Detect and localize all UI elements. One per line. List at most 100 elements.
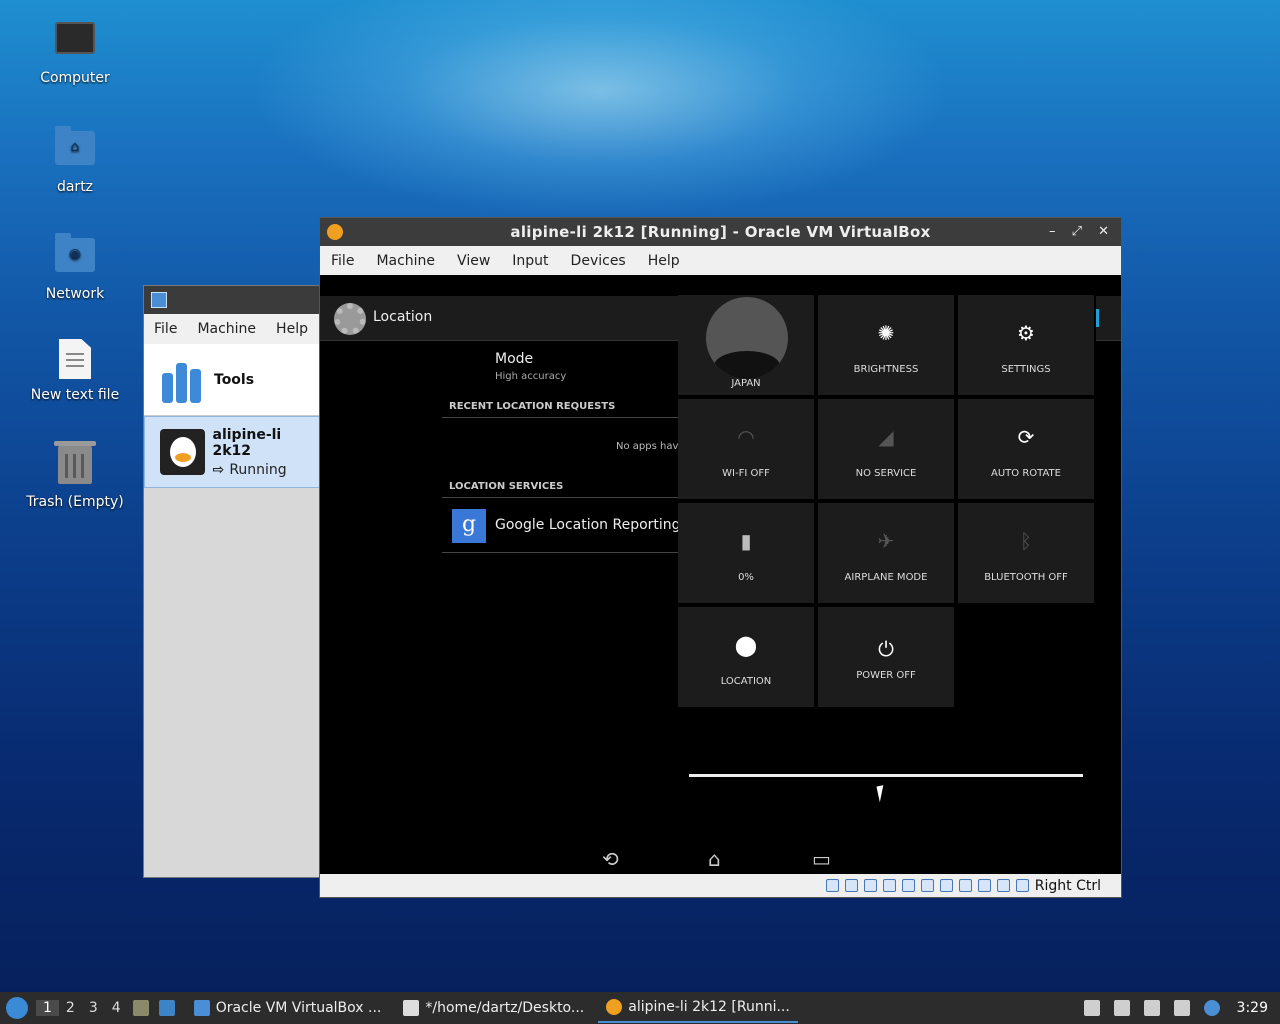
vm-display-window[interactable]: alipine-li 2k12 [Running] - Oracle VM Vi… [319,217,1122,898]
tile-airplane-mode[interactable]: ✈ AIRPLANE MODE [818,503,954,603]
menu-file[interactable]: File [144,321,187,337]
tile-user[interactable]: JAPAN [678,295,814,395]
menu-file[interactable]: File [320,253,365,269]
tile-wifi[interactable]: ◠ WI-FI OFF [678,399,814,499]
rotate-icon: ⟳ [1017,425,1035,449]
tools-item[interactable]: Tools [144,344,322,416]
desktop-icon-network[interactable]: ◉ Network [20,232,130,302]
tile-label: BRIGHTNESS [853,364,919,375]
desktop-icon-label: New text file [30,387,120,403]
tile-location[interactable]: ⬤ LOCATION [678,607,814,707]
task-virtualbox-manager[interactable]: Oracle VM VirtualBox ... [186,993,390,1023]
battery-icon: ▮ [740,529,752,553]
cpu-icon[interactable] [977,879,991,892]
virtualbox-icon [151,292,167,308]
video-capture-icon[interactable] [958,879,972,892]
guest-screen[interactable]: Location Mode High accuracy RECENT LOCAT… [320,275,1121,875]
file-manager-icon[interactable] [132,1000,149,1016]
location-services-header: LOCATION SERVICES [442,481,682,498]
tile-label: WI-FI OFF [722,468,770,479]
wallpaper-highlight [250,0,950,220]
show-desktop-icon[interactable] [158,1000,175,1016]
tile-label: AUTO ROTATE [991,468,1061,479]
vm-list-item[interactable]: alipine-li 2k12 ⇨ Running [144,416,322,488]
menu-view[interactable]: View [446,253,501,269]
notification-icon[interactable] [1203,1000,1220,1016]
tux-icon [606,999,623,1015]
tile-brightness[interactable]: ✺ BRIGHTNESS [818,295,954,395]
menu-devices[interactable]: Devices [560,253,637,269]
nav-back-button[interactable]: ⟲ [602,847,619,871]
tile-label: SETTINGS [1001,364,1051,375]
tile-auto-rotate[interactable]: ⟳ AUTO ROTATE [958,399,1094,499]
workspace-4[interactable]: 4 [105,1000,128,1016]
menu-help[interactable]: Help [637,253,691,269]
manager-menubar: File Machine Help [144,314,322,344]
mode-setting[interactable]: Mode High accuracy [495,351,566,382]
optical-drive-icon[interactable] [844,879,858,892]
volume-icon[interactable] [1113,1000,1130,1016]
tools-label: Tools [214,371,255,388]
mode-value: High accuracy [495,371,567,382]
bluetooth-icon: ᛒ [1020,529,1032,553]
network-adapter-icon[interactable] [882,879,896,892]
keyboard-capture-icon[interactable] [1015,879,1029,892]
text-editor-icon [403,1000,420,1016]
display-icon[interactable] [939,879,953,892]
task-vm-window[interactable]: alipine-li 2k12 [Runni... [598,993,798,1023]
clock[interactable]: 3:29 [1227,1000,1280,1016]
nav-home-button[interactable]: ⌂ [708,847,721,871]
tools-icon [160,357,204,403]
home-folder-icon: ⌂ [53,126,97,173]
mouse-integration-icon[interactable] [996,879,1010,892]
vm-status-bar: Right Ctrl [320,874,1121,897]
eject-icon[interactable] [1083,1000,1100,1016]
manager-titlebar[interactable] [144,286,322,314]
window-controls[interactable]: – ⤢ ✕ [1049,218,1115,246]
google-location-reporting-label: Google Location Reporting [495,517,681,533]
audio-icon[interactable] [863,879,877,892]
workspace-2[interactable]: 2 [59,1000,82,1016]
usb-icon[interactable] [901,879,915,892]
desktop-icon-home-folder[interactable]: ⌂ dartz [20,125,130,195]
desktop-icon-new-text-file[interactable]: New text file [20,339,130,403]
tile-label: LOCATION [720,676,772,687]
tile-power-off[interactable]: ⏻ POWER OFF [818,607,954,707]
google-icon: g [452,509,486,543]
tile-mobile-signal[interactable]: ◢ NO SERVICE [818,399,954,499]
start-menu-icon[interactable] [6,997,28,1019]
network-status-icon[interactable] [1173,1000,1190,1016]
mode-title: Mode [495,351,534,367]
tile-battery[interactable]: ▮ 0% [678,503,814,603]
tile-label: POWER OFF [856,670,916,681]
google-location-reporting-item[interactable]: g Google Location Reporting [442,497,682,553]
tile-bluetooth[interactable]: ᛒ BLUETOOTH OFF [958,503,1094,603]
menu-input[interactable]: Input [501,253,559,269]
vm-window-titlebar[interactable]: alipine-li 2k12 [Running] - Oracle VM Vi… [320,218,1121,246]
desktop-icon-computer[interactable]: Computer [20,18,130,86]
task-text-editor[interactable]: */home/dartz/Deskto... [395,993,592,1023]
tile-label: AIRPLANE MODE [844,572,928,583]
hard-disk-icon[interactable] [825,879,839,892]
menu-machine[interactable]: Machine [187,321,266,337]
workspace-3[interactable]: 3 [82,1000,105,1016]
tile-label: NO SERVICE [855,468,917,479]
shared-folder-icon[interactable] [920,879,934,892]
menu-machine[interactable]: Machine [365,253,446,269]
tile-settings[interactable]: ⚙ SETTINGS [958,295,1094,395]
tux-linux-icon [160,429,205,475]
nav-recents-button[interactable]: ▭ [812,847,831,871]
vm-state: Running [229,461,287,478]
menu-help[interactable]: Help [266,321,318,337]
host-key-label: Right Ctrl [1034,877,1101,894]
quick-settings-drag-bar[interactable] [689,774,1083,777]
settings-gear-icon[interactable] [334,303,366,335]
workspace-1[interactable]: 1 [36,1000,59,1016]
virtualbox-manager-window[interactable]: File Machine Help Tools alipine-li 2k12 … [143,285,323,878]
desktop-icon-label: dartz [56,179,94,195]
desktop-icon-trash[interactable]: Trash (Empty) [20,441,130,510]
clipboard-icon[interactable] [1143,1000,1160,1016]
airplane-icon: ✈ [877,529,895,553]
location-title: Location [373,309,433,325]
taskbar: 1 2 3 4 Oracle VM VirtualBox ... */home/… [0,992,1280,1024]
